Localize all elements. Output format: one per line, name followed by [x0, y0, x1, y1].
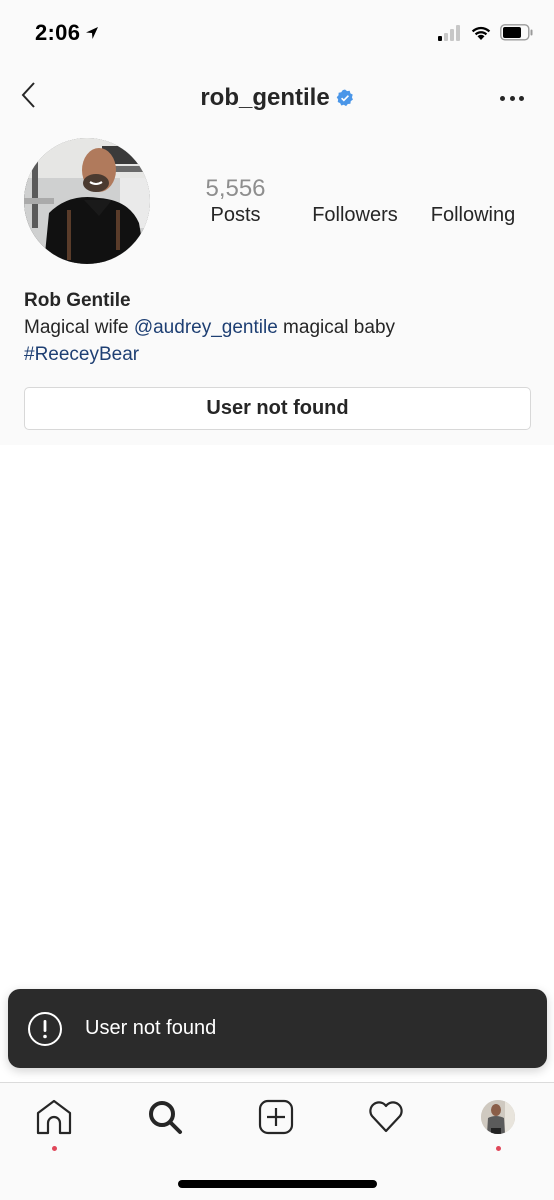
battery-icon — [500, 24, 533, 41]
bio-mention-link[interactable]: @audrey_gentile — [134, 317, 278, 338]
following-label: Following — [430, 204, 516, 226]
following-count — [418, 175, 528, 203]
heart-icon — [369, 1101, 403, 1133]
posts-count: 5,556 — [205, 175, 266, 202]
bio-text: Magical wife — [24, 317, 134, 338]
alert-circle-icon — [28, 1011, 62, 1046]
tab-search[interactable] — [145, 1097, 185, 1137]
search-icon — [149, 1101, 182, 1134]
bio-text: magical baby — [277, 317, 396, 338]
wifi-icon — [471, 26, 491, 40]
bio-hashtag-link[interactable]: #ReeceyBear — [24, 344, 139, 365]
stat-posts[interactable]: 5,556 Posts — [188, 175, 283, 227]
user-not-found-button[interactable]: User not found — [24, 387, 531, 430]
profile-bio: Rob Gentile Magical wife @audrey_gentile… — [24, 287, 534, 368]
stat-following[interactable]: Following — [418, 175, 528, 227]
error-toast: User not found — [8, 989, 547, 1068]
username-title: rob_gentile — [200, 84, 330, 111]
profile-avatar[interactable] — [24, 138, 150, 264]
cellular-signal-icon — [438, 24, 460, 41]
profile-photo — [24, 138, 150, 264]
home-icon — [36, 1099, 72, 1135]
tab-activity[interactable] — [366, 1097, 406, 1137]
display-name: Rob Gentile — [24, 290, 131, 311]
profile-notification-dot — [496, 1146, 501, 1151]
tab-home[interactable] — [34, 1097, 74, 1137]
more-dot-icon — [500, 95, 505, 101]
profile-stats: 5,556 Posts Followers Following — [176, 175, 554, 235]
more-dot-icon — [509, 95, 515, 101]
profile-avatar-tab — [481, 1100, 515, 1134]
more-options-button[interactable] — [500, 86, 524, 110]
status-icons — [438, 24, 534, 41]
home-indicator[interactable] — [178, 1180, 377, 1188]
nav-title: rob_gentile — [0, 84, 554, 112]
toast-message: User not found — [85, 1017, 217, 1039]
tab-new-post[interactable] — [256, 1097, 296, 1137]
location-arrow-icon — [86, 27, 99, 39]
followers-count — [300, 175, 410, 203]
posts-label: Posts — [210, 204, 261, 226]
profile-nav-bar: rob_gentile — [0, 70, 554, 126]
profile-avatar-icon — [481, 1100, 515, 1134]
status-time: 2:06 — [35, 20, 100, 46]
status-bar: 2:06 — [0, 0, 554, 62]
verified-badge-icon — [336, 89, 353, 107]
more-dot-icon — [519, 95, 524, 101]
plus-square-icon — [258, 1099, 294, 1135]
stat-followers[interactable]: Followers — [300, 175, 410, 227]
tab-profile[interactable] — [478, 1097, 518, 1137]
status-time-text: 2:06 — [35, 20, 81, 45]
followers-label: Followers — [312, 204, 398, 226]
home-notification-dot — [52, 1146, 57, 1151]
